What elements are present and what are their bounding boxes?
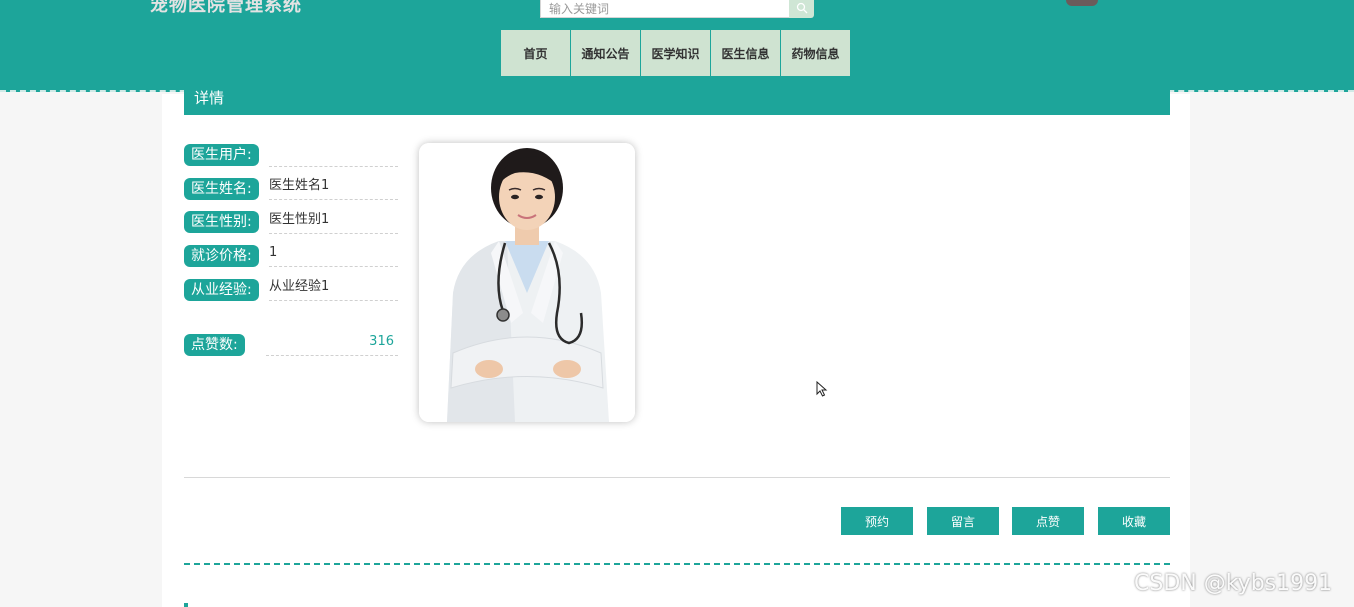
user-avatar[interactable]: [1066, 0, 1098, 6]
search-input[interactable]: 输入关键词: [540, 0, 790, 18]
like-button[interactable]: 点赞: [1012, 507, 1084, 535]
doctor-illustration: [419, 143, 635, 422]
likes-label: 点赞数:: [184, 334, 245, 356]
nav-medicine-info[interactable]: 药物信息: [781, 30, 850, 76]
watermark: CSDN @kybs1991: [1134, 571, 1333, 596]
search-button[interactable]: [789, 0, 814, 18]
doctor-photo: [419, 143, 635, 422]
dashed-divider: [184, 563, 1170, 565]
favorite-button[interactable]: 收藏: [1098, 507, 1170, 535]
nav-notices[interactable]: 通知公告: [571, 30, 640, 76]
nav-medical-knowledge[interactable]: 医学知识: [641, 30, 710, 76]
mouse-cursor-icon: [816, 381, 828, 397]
header: 宠物医院管理系统 输入关键词 首页 通知公告 医学知识 医生信息 药物信息: [0, 0, 1354, 92]
field-value-doctor-gender: 医生性别1: [269, 210, 398, 234]
section-title: 详情: [184, 89, 1170, 115]
field-label-doctor-gender: 医生性别:: [184, 211, 259, 233]
site-title: 宠物医院管理系统: [150, 0, 302, 16]
search-icon: [796, 2, 807, 14]
field-label-price: 就诊价格:: [184, 245, 259, 267]
divider: [184, 477, 1170, 478]
book-appointment-button[interactable]: 预约: [841, 507, 913, 535]
field-value-price: 1: [269, 243, 398, 267]
field-label-doctor-name: 医生姓名:: [184, 178, 259, 200]
field-value-doctor-user: [269, 143, 398, 167]
field-value-doctor-name: 医生姓名1: [269, 176, 398, 200]
field-label-doctor-user: 医生用户:: [184, 144, 259, 166]
main-nav: 首页 通知公告 医学知识 医生信息 药物信息: [501, 30, 851, 76]
next-section-marker: [184, 603, 188, 607]
nav-doctor-info[interactable]: 医生信息: [711, 30, 780, 76]
field-label-experience: 从业经验:: [184, 279, 259, 301]
likes-count: 316: [266, 332, 398, 356]
nav-home[interactable]: 首页: [501, 30, 570, 76]
field-value-experience: 从业经验1: [269, 277, 398, 301]
leave-message-button[interactable]: 留言: [927, 507, 999, 535]
